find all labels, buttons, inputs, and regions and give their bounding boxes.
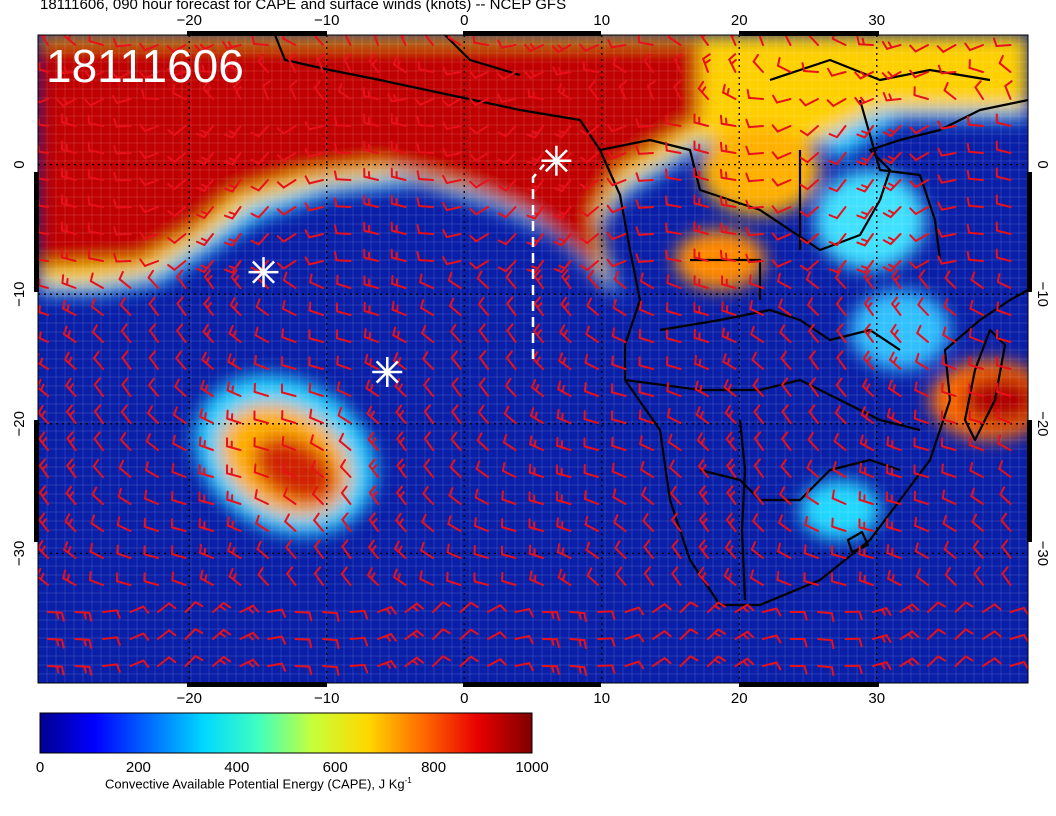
colorbar-tick-label: 1000: [515, 759, 548, 776]
lon-tick-label: 30: [868, 12, 885, 29]
lon-tick-label: −10: [314, 690, 339, 707]
lat-tick-label: −20: [1034, 411, 1051, 436]
colorbar-label: Convective Available Potential Energy (C…: [105, 776, 412, 791]
lon-tick-label: 0: [460, 690, 468, 707]
lon-tick-label: 10: [593, 12, 610, 29]
colorbar-tick-labels: 0 200 400 600 800 1000: [36, 759, 549, 776]
asterisk-marker: [372, 356, 403, 387]
lon-tick-label: 30: [868, 690, 885, 707]
colorbar-label-text: Convective Available Potential Energy (C…: [105, 776, 405, 792]
lat-tick-labels-right: 0 −10 −20 −30: [1034, 160, 1051, 566]
lon-tick-labels-bottom: −20 −10 0 10 20 30: [177, 690, 886, 707]
lat-tick-label: 0: [11, 160, 28, 168]
lat-tick-label: −30: [1034, 541, 1051, 566]
colorbar-tick-label: 600: [323, 759, 348, 776]
lon-tick-labels-top: −20 −10 0 10 20 30: [177, 12, 886, 29]
map-figure: −20 −10 0 10 20 30 −20 −10 0 10 20 30 0 −10 −20 −30 0…: [11, 12, 1051, 776]
lon-tick-label: −20: [177, 690, 202, 707]
colorbar-label-unit-exponent: -1: [404, 776, 412, 785]
lon-tick-label: 20: [731, 690, 748, 707]
lat-tick-label: −10: [1034, 281, 1051, 306]
colorbar-tick-label: 200: [126, 759, 151, 776]
lon-tick-label: −10: [314, 12, 339, 29]
asterisk-marker: [541, 145, 572, 176]
colorbar-tick-label: 800: [421, 759, 446, 776]
lat-tick-label: 0: [1034, 160, 1051, 168]
asterisk-marker: [248, 257, 279, 288]
colorbar-tick-label: 0: [36, 759, 44, 776]
lat-tick-labels-left: 0 −10 −20 −30: [11, 160, 28, 566]
colorbar-tick-label: 400: [224, 759, 249, 776]
lon-tick-label: 0: [460, 12, 468, 29]
colorbar: [39, 712, 533, 754]
lon-tick-label: 20: [731, 12, 748, 29]
lat-tick-label: −30: [11, 541, 28, 566]
map-plot-area: [38, 35, 1028, 683]
lat-tick-label: −10: [11, 281, 28, 306]
lon-tick-label: 10: [593, 690, 610, 707]
lat-tick-label: −20: [11, 411, 28, 436]
forecast-stamp: 18111606: [46, 40, 244, 92]
lon-tick-label: −20: [177, 12, 202, 29]
